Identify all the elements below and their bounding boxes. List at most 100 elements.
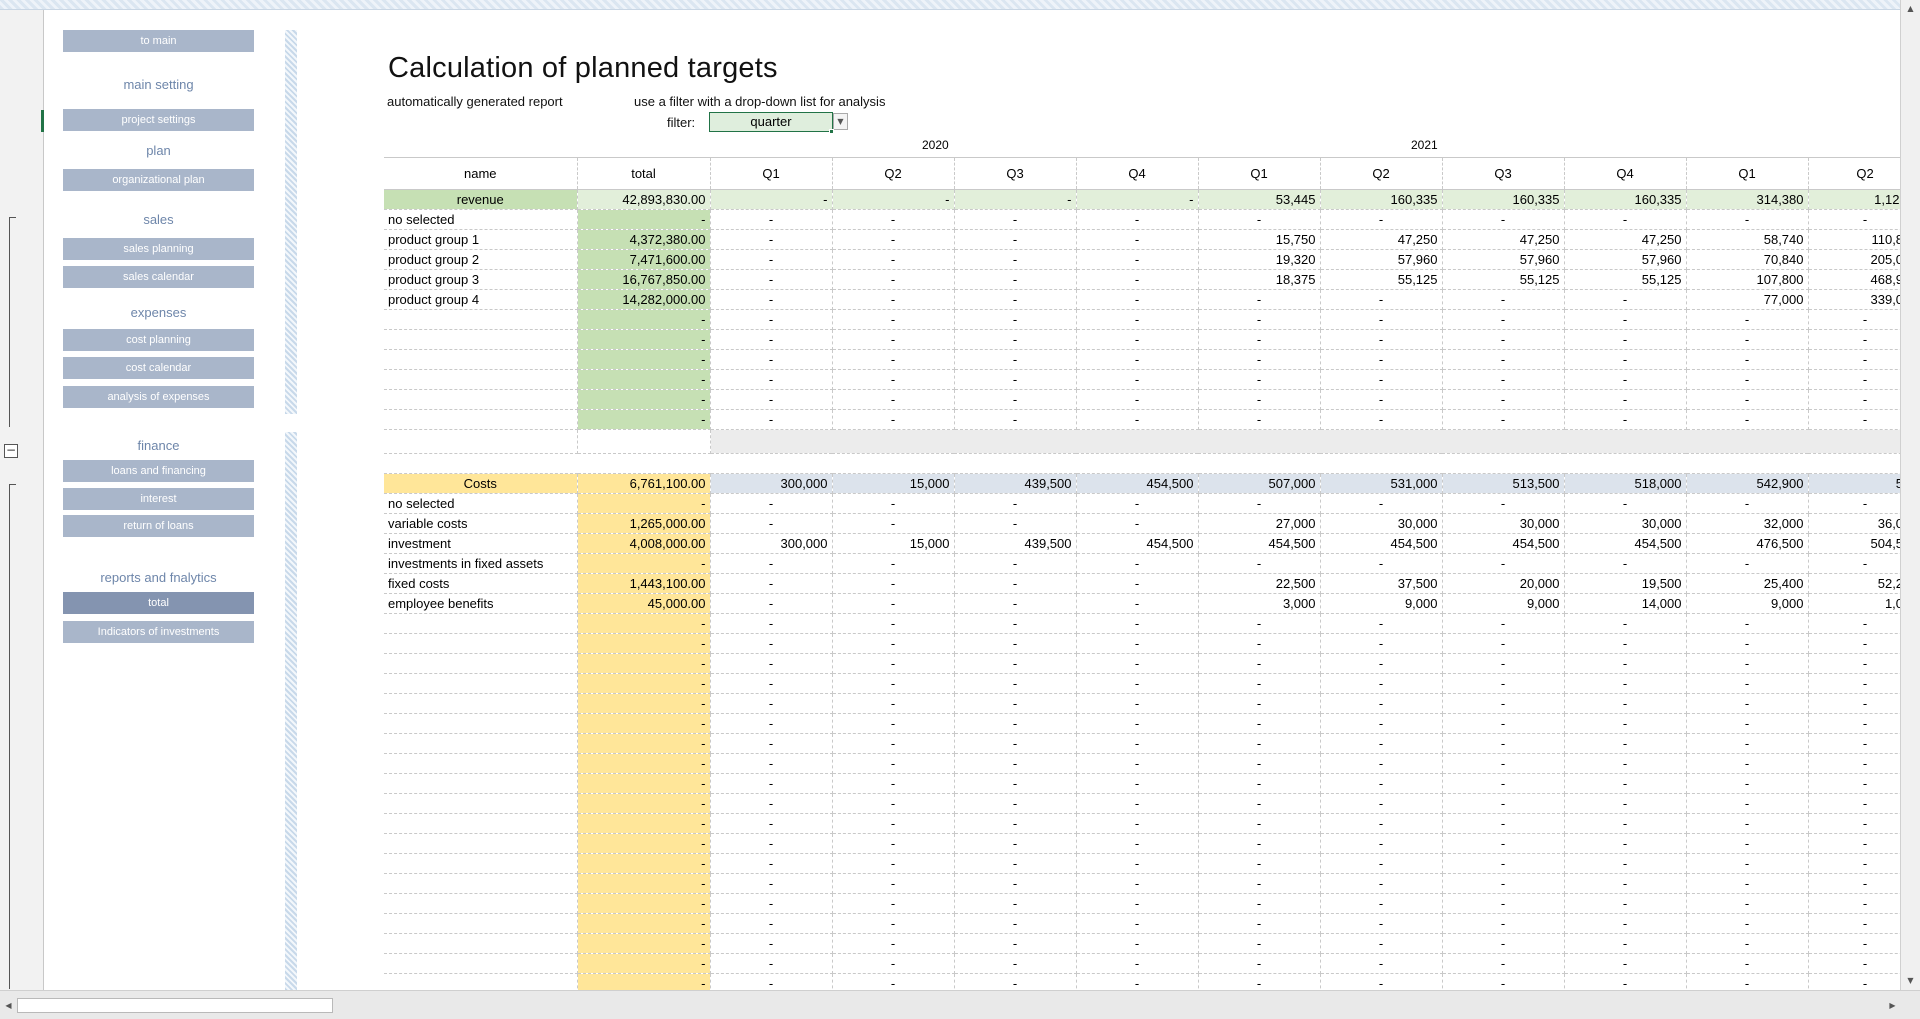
- row-value-cell[interactable]: -: [1320, 953, 1443, 974]
- row-value-cell[interactable]: -: [1320, 329, 1443, 350]
- row-value-cell[interactable]: -: [1564, 753, 1687, 774]
- indicators-of-investments-button[interactable]: Indicators of investments: [63, 621, 254, 643]
- row-value-cell[interactable]: -: [832, 493, 955, 514]
- row-value-cell[interactable]: 47,250: [1320, 229, 1443, 250]
- row-value-cell[interactable]: -: [710, 813, 833, 834]
- row-value-cell[interactable]: -: [710, 633, 833, 654]
- row-value-cell[interactable]: -: [954, 913, 1077, 934]
- row-value-cell[interactable]: -: [1686, 209, 1809, 230]
- row-value-cell[interactable]: -: [1442, 493, 1565, 514]
- row-value-cell[interactable]: 55,125: [1564, 269, 1687, 290]
- row-value-cell[interactable]: 57,960: [1320, 249, 1443, 270]
- sales-planning-button[interactable]: sales planning: [63, 238, 254, 260]
- row-value-cell[interactable]: 3,000: [1198, 593, 1321, 614]
- row-value-cell[interactable]: -: [954, 773, 1077, 794]
- row-value-cell[interactable]: -: [1198, 289, 1321, 310]
- row-value-cell[interactable]: 47,250: [1564, 229, 1687, 250]
- row-name-cell[interactable]: [384, 653, 578, 674]
- row-value-cell[interactable]: 107,800: [1686, 269, 1809, 290]
- row-value-cell[interactable]: -: [1320, 893, 1443, 914]
- row-value-cell[interactable]: 32,000: [1686, 513, 1809, 534]
- row-value-cell[interactable]: -: [1076, 893, 1199, 914]
- row-value-cell[interactable]: -: [1564, 329, 1687, 350]
- row-name-cell[interactable]: [384, 693, 578, 714]
- row-value-cell[interactable]: -: [1564, 873, 1687, 894]
- row-value-cell[interactable]: -: [1198, 953, 1321, 974]
- row-value-cell[interactable]: -: [1320, 733, 1443, 754]
- row-total-cell[interactable]: 4,008,000.00: [577, 533, 711, 554]
- row-value-cell[interactable]: -: [832, 409, 955, 430]
- row-value-cell[interactable]: -: [1198, 833, 1321, 854]
- row-total-cell[interactable]: -: [577, 369, 711, 390]
- revenue-total-row-value[interactable]: 160,335: [1442, 189, 1565, 210]
- row-value-cell[interactable]: -: [1686, 693, 1809, 714]
- row-value-cell[interactable]: 300,000: [710, 533, 833, 554]
- row-value-cell[interactable]: -: [710, 269, 833, 290]
- row-value-cell[interactable]: -: [1320, 633, 1443, 654]
- row-value-cell[interactable]: -: [1198, 369, 1321, 390]
- row-value-cell[interactable]: -: [1076, 673, 1199, 694]
- revenue-total-row-value[interactable]: -: [832, 189, 955, 210]
- row-value-cell[interactable]: -: [1076, 269, 1199, 290]
- row-value-cell[interactable]: -: [1442, 613, 1565, 634]
- row-value-cell[interactable]: -: [1564, 893, 1687, 914]
- row-name-cell[interactable]: [384, 833, 578, 854]
- row-value-cell[interactable]: 30,000: [1320, 513, 1443, 534]
- row-value-cell[interactable]: -: [954, 309, 1077, 330]
- row-total-cell[interactable]: -: [577, 349, 711, 370]
- row-value-cell[interactable]: -: [1076, 873, 1199, 894]
- row-value-cell[interactable]: -: [832, 633, 955, 654]
- row-value-cell[interactable]: -: [1686, 409, 1809, 430]
- row-value-cell[interactable]: -: [954, 209, 1077, 230]
- row-value-cell[interactable]: -: [1076, 409, 1199, 430]
- row-value-cell[interactable]: -: [1198, 309, 1321, 330]
- row-value-cell[interactable]: -: [1076, 773, 1199, 794]
- row-value-cell[interactable]: -: [710, 229, 833, 250]
- row-value-cell[interactable]: -: [832, 349, 955, 370]
- row-value-cell[interactable]: -: [832, 613, 955, 634]
- row-value-cell[interactable]: -: [832, 753, 955, 774]
- row-value-cell[interactable]: -: [710, 369, 833, 390]
- row-value-cell[interactable]: -: [1442, 913, 1565, 934]
- row-value-cell[interactable]: -: [1442, 553, 1565, 574]
- row-value-cell[interactable]: -: [1442, 893, 1565, 914]
- row-value-cell[interactable]: -: [1686, 553, 1809, 574]
- revenue-total-row-value[interactable]: -: [1076, 189, 1199, 210]
- row-value-cell[interactable]: -: [954, 513, 1077, 534]
- row-value-cell[interactable]: -: [1442, 693, 1565, 714]
- row-value-cell[interactable]: -: [710, 913, 833, 934]
- row-value-cell[interactable]: -: [832, 773, 955, 794]
- row-value-cell[interactable]: -: [1320, 853, 1443, 874]
- row-value-cell[interactable]: -: [1198, 613, 1321, 634]
- row-value-cell[interactable]: -: [710, 209, 833, 230]
- row-value-cell[interactable]: 55,125: [1442, 269, 1565, 290]
- row-name-cell[interactable]: product group 2: [384, 249, 578, 270]
- row-name-cell[interactable]: [384, 733, 578, 754]
- row-name-cell[interactable]: [384, 873, 578, 894]
- row-value-cell[interactable]: -: [1564, 613, 1687, 634]
- row-value-cell[interactable]: 20,000: [1442, 573, 1565, 594]
- row-value-cell[interactable]: -: [954, 673, 1077, 694]
- row-name-cell[interactable]: [384, 409, 578, 430]
- row-total-cell[interactable]: -: [577, 913, 711, 934]
- row-value-cell[interactable]: 454,500: [1564, 533, 1687, 554]
- cost-calendar-button[interactable]: cost calendar: [63, 357, 254, 379]
- row-value-cell[interactable]: 9,000: [1686, 593, 1809, 614]
- revenue-total-row-value[interactable]: -: [954, 189, 1077, 210]
- row-value-cell[interactable]: 476,500: [1686, 533, 1809, 554]
- row-value-cell[interactable]: 15,750: [1198, 229, 1321, 250]
- revenue-total-row-value[interactable]: -: [710, 189, 833, 210]
- total-button[interactable]: total: [63, 592, 254, 614]
- row-name-cell[interactable]: product group 1: [384, 229, 578, 250]
- row-value-cell[interactable]: -: [954, 893, 1077, 914]
- row-value-cell[interactable]: 15,000: [832, 533, 955, 554]
- row-value-cell[interactable]: -: [1442, 309, 1565, 330]
- row-value-cell[interactable]: -: [1564, 633, 1687, 654]
- row-name-cell[interactable]: [384, 349, 578, 370]
- row-value-cell[interactable]: -: [1442, 289, 1565, 310]
- row-value-cell[interactable]: -: [1320, 349, 1443, 370]
- row-value-cell[interactable]: 25,400: [1686, 573, 1809, 594]
- row-value-cell[interactable]: -: [1198, 773, 1321, 794]
- row-value-cell[interactable]: -: [710, 733, 833, 754]
- row-name-cell[interactable]: variable costs: [384, 513, 578, 534]
